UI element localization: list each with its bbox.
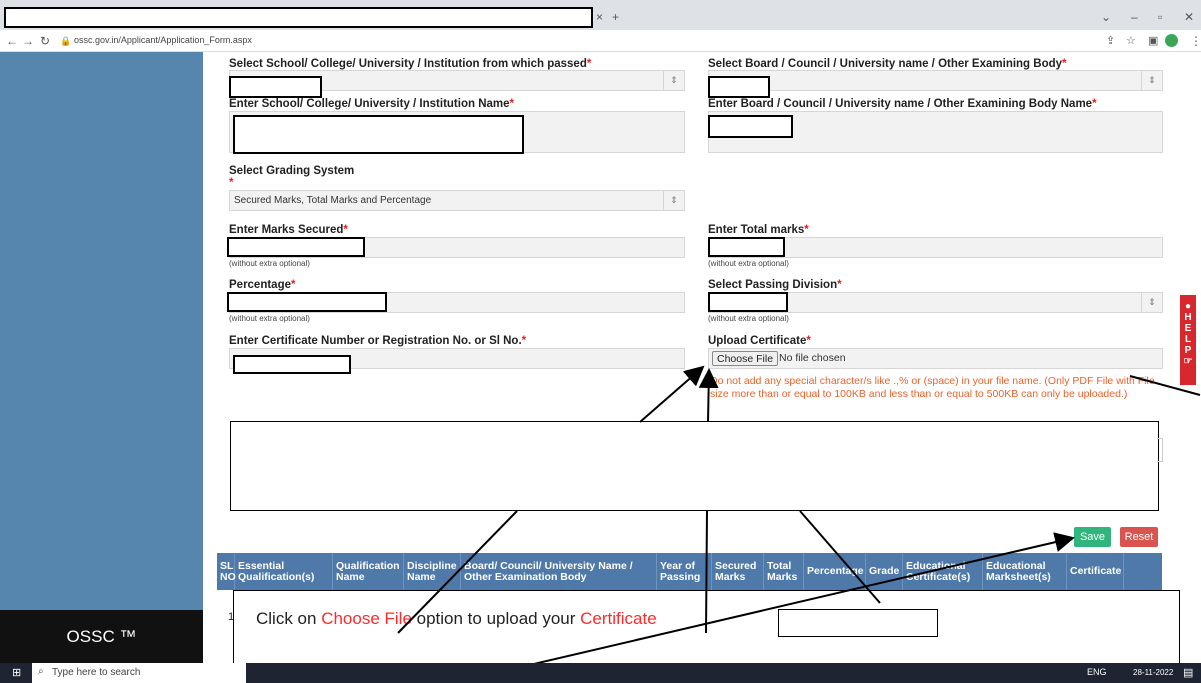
language-indicator[interactable]: ENG [1087, 667, 1107, 677]
arrow-line [799, 510, 881, 604]
arrow-line [639, 365, 705, 423]
windows-taskbar: ⊞ ⌕ Type here to search ENG 28-11-2022 ▤ [0, 663, 1201, 683]
taskbar-date[interactable]: 28-11-2022 [1133, 668, 1173, 677]
search-placeholder: Type here to search [52, 667, 141, 678]
arrow-line [507, 532, 1075, 671]
windows-start-icon[interactable]: ⊞ [12, 666, 21, 679]
arrow-line [397, 510, 518, 634]
taskbar-search-box[interactable]: ⌕ Type here to search [32, 663, 246, 683]
search-icon: ⌕ [38, 666, 44, 677]
arrow-line [705, 510, 708, 634]
arrow-line [698, 368, 719, 423]
arrow-line [1129, 375, 1201, 396]
notifications-icon[interactable]: ▤ [1183, 666, 1193, 679]
annotation-arrows [397, 365, 1201, 671]
